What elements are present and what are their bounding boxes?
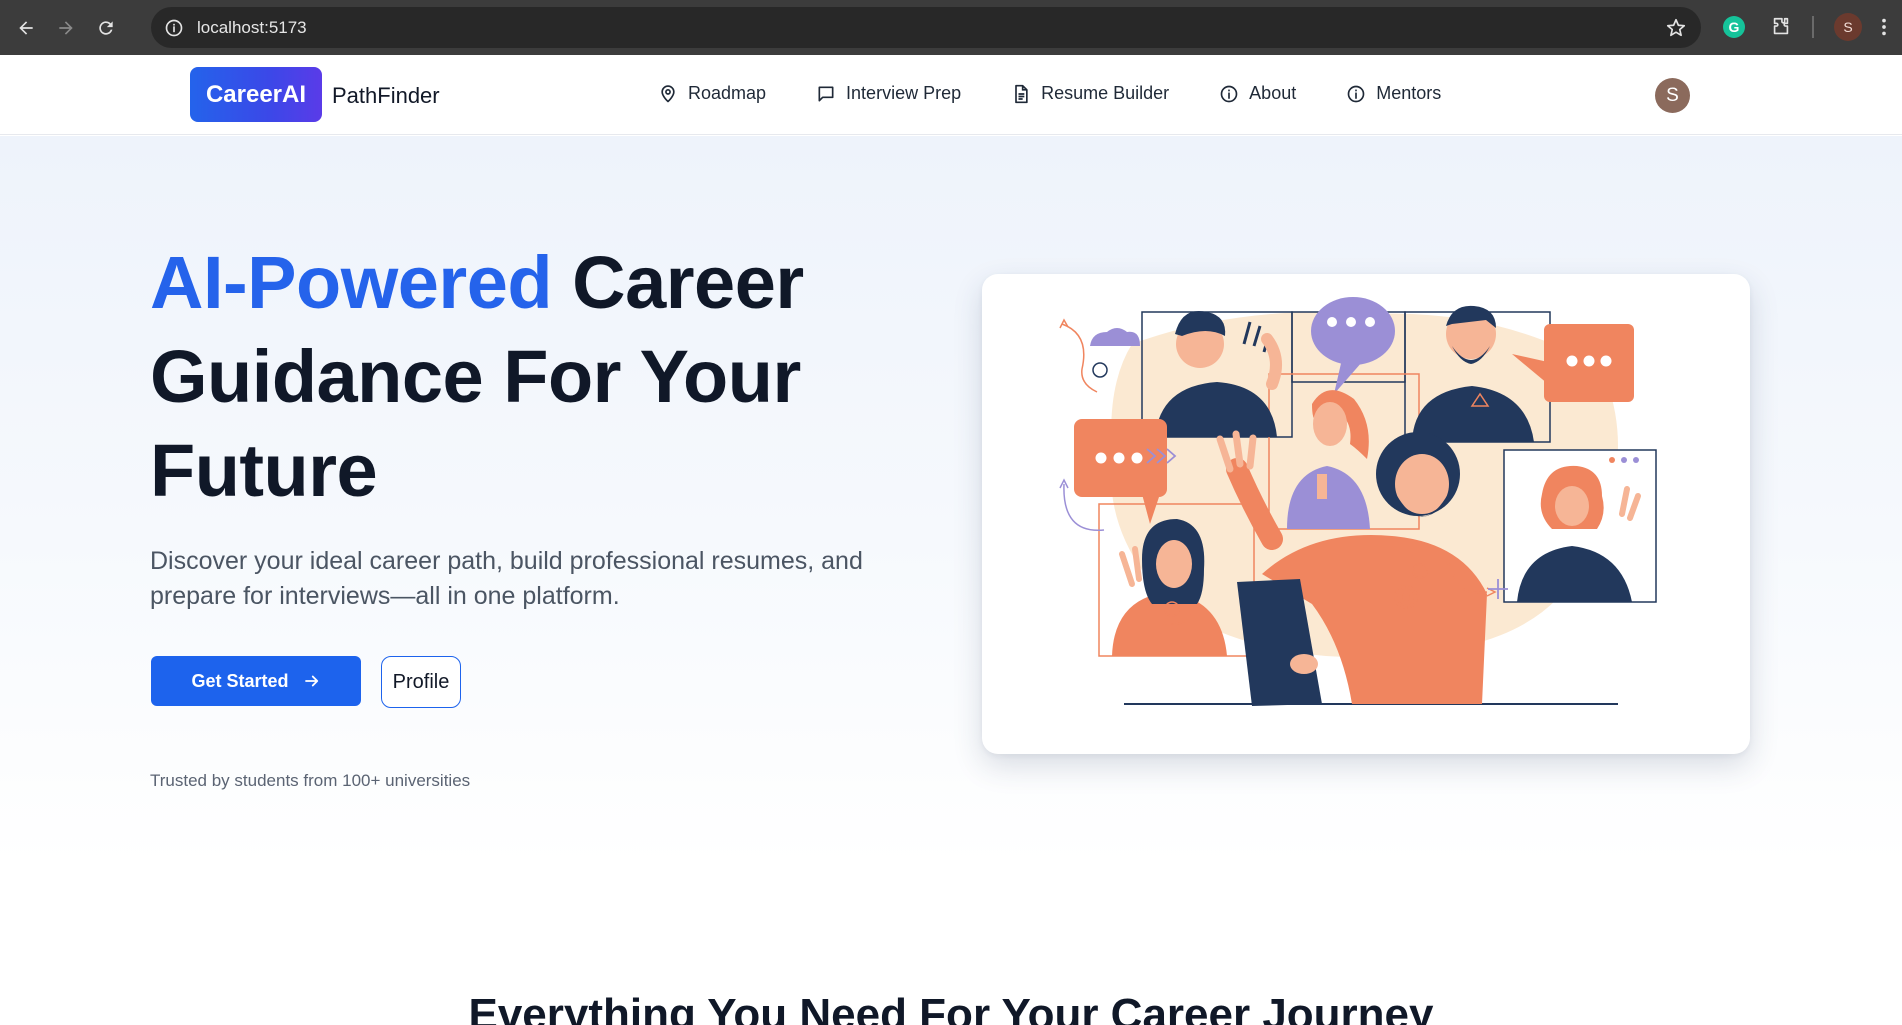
toolbar-divider — [1812, 16, 1814, 38]
user-avatar[interactable]: S — [1655, 78, 1690, 113]
profile-button[interactable]: Profile — [381, 656, 461, 708]
map-pin-icon — [661, 84, 675, 102]
logo-text[interactable]: PathFinder — [332, 83, 440, 109]
hero-subtext: Discover your ideal career path, build p… — [150, 547, 863, 610]
arrow-right-icon — [59, 20, 73, 35]
address-bar[interactable]: localhost:5173 — [151, 7, 1701, 48]
logo-badge[interactable]: CareerAI — [190, 67, 322, 122]
get-started-label: Get Started — [191, 670, 289, 691]
nav-item-label: Resume Builder — [1041, 83, 1170, 103]
main-nav: Roadmap Interview Prep Resume Builder Ab… — [658, 83, 1491, 104]
file-text-icon — [1015, 84, 1028, 103]
browser-profile-avatar[interactable]: S — [1834, 13, 1862, 41]
grammarly-extension-icon[interactable]: G — [1720, 13, 1748, 41]
arrow-left-icon — [19, 20, 33, 35]
nav-item-label: Mentors — [1376, 83, 1442, 103]
reload-icon — [99, 20, 113, 35]
get-started-button[interactable]: Get Started — [151, 656, 361, 706]
svg-text:G: G — [1729, 19, 1740, 35]
message-square-icon — [818, 86, 834, 101]
hero-section: AI-Powered Career Guidance For Your Futu… — [0, 136, 1902, 865]
people-chatting-illustration — [1059, 297, 1657, 706]
nav-item-mentors[interactable]: Mentors — [1346, 83, 1441, 104]
app-header: CareerAI PathFinder Roadmap Interview Pr… — [0, 55, 1902, 135]
site-info-icon[interactable] — [163, 17, 185, 39]
forward-button[interactable] — [48, 10, 84, 46]
browser-toolbar: localhost:5173 G S — [0, 0, 1902, 55]
nav-item-interview-prep[interactable]: Interview Prep — [816, 83, 961, 104]
hero-headline: AI-Powered Career Guidance For Your Futu… — [150, 236, 910, 518]
info-icon — [1220, 85, 1238, 102]
info-icon — [1347, 85, 1365, 102]
reload-button[interactable] — [88, 10, 124, 46]
nav-item-resume-builder[interactable]: Resume Builder — [1011, 83, 1169, 104]
hero-illustration-card — [982, 274, 1750, 754]
nav-item-roadmap[interactable]: Roadmap — [658, 83, 766, 104]
nav-item-label: Roadmap — [688, 83, 767, 103]
extensions-puzzle-icon[interactable] — [1767, 13, 1795, 41]
headline-accent: AI-Powered — [150, 241, 553, 324]
nav-item-label: About — [1249, 83, 1297, 103]
browser-menu-icon[interactable] — [1870, 13, 1898, 41]
nav-item-about[interactable]: About — [1219, 83, 1296, 104]
back-button[interactable] — [8, 10, 44, 46]
arrow-right-icon — [304, 675, 318, 687]
url-text[interactable]: localhost:5173 — [197, 18, 307, 38]
features-section-title: Everything You Need For Your Career Jour… — [468, 990, 1434, 1025]
nav-item-label: Interview Prep — [846, 83, 962, 103]
bookmark-star-icon[interactable] — [1665, 17, 1687, 39]
trusted-by-text: Trusted by students from 100+ universiti… — [150, 771, 471, 790]
